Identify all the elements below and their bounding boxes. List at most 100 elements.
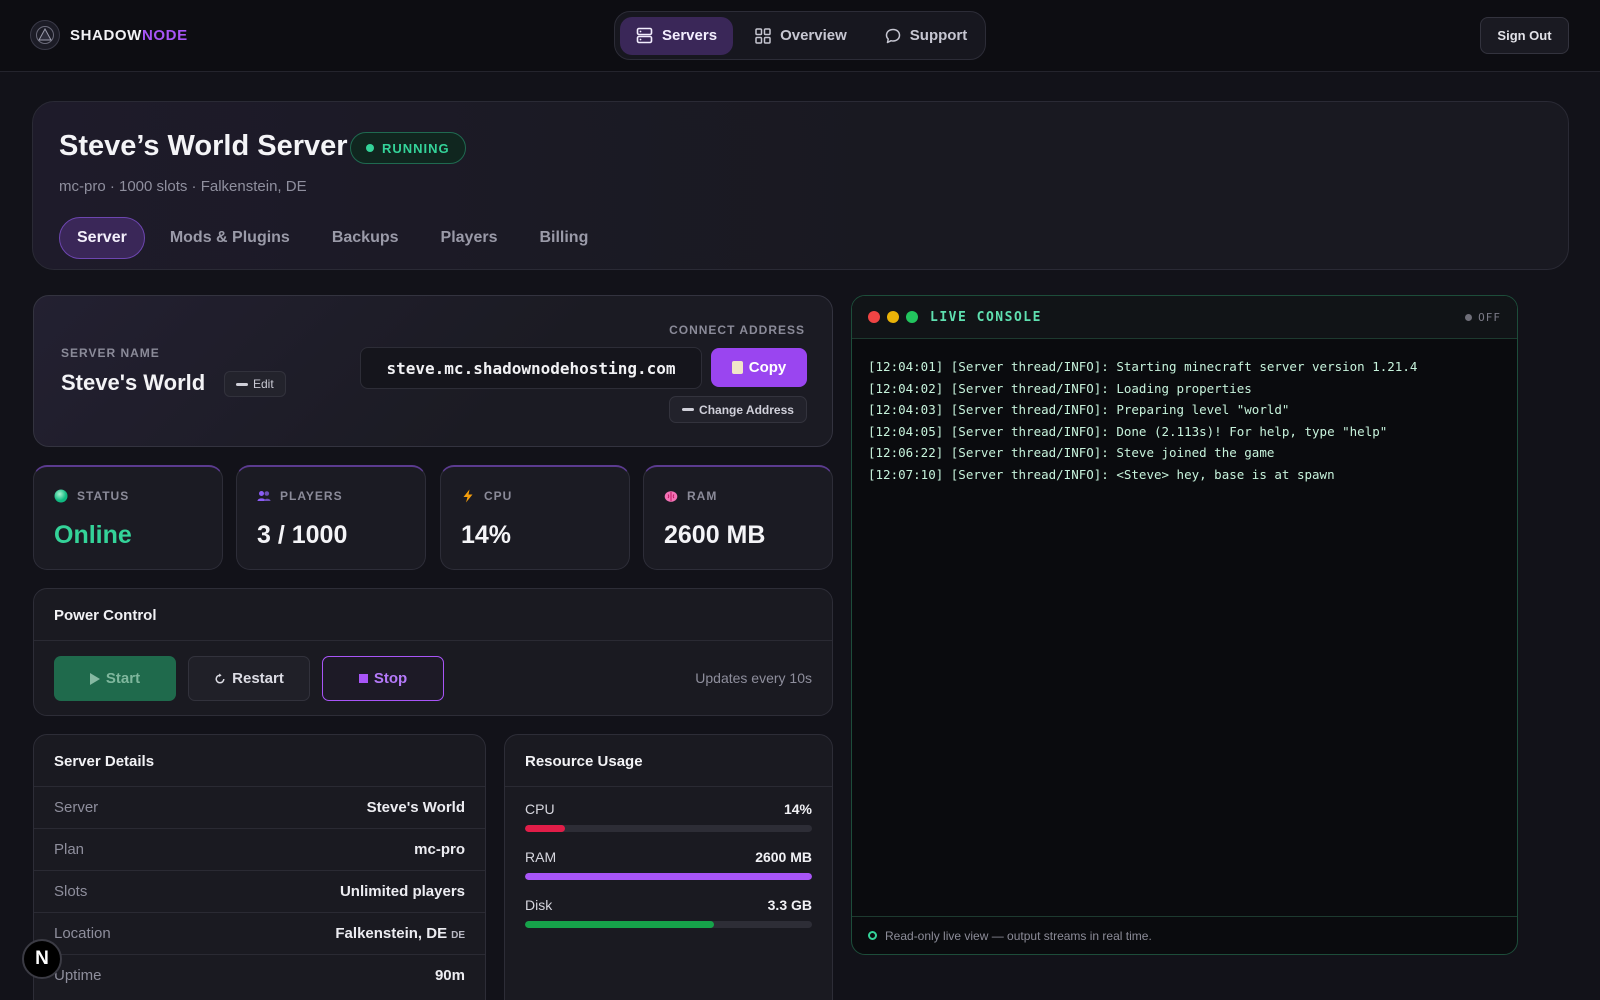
stat-ram-value: 2600 MB [664,521,766,549]
server-details-panel: Server Details Server Steve's World Plan… [33,734,486,1000]
edit-name-button[interactable]: Edit [224,371,286,397]
resource-value: 14% [783,801,812,817]
resource-name: RAM [525,849,557,865]
copy-address-button[interactable]: Copy [711,348,807,387]
detail-value: Steve's World [366,799,465,816]
resource-disk: Disk 3.3 GB [525,897,812,928]
page-title: Steve’s World Server [59,130,348,162]
nav-servers-label: Servers [662,27,718,44]
console-line: [12:06:22] [Server thread/INFO]: Steve j… [868,445,1275,460]
stat-players-value: 3 / 1000 [257,521,348,549]
server-name-value: Steve's World [61,370,206,395]
console-header: LIVE CONSOLE OFF [852,296,1517,339]
brand-name: SHADOWNODE [70,27,188,44]
pencil-icon [236,382,248,386]
tab-players[interactable]: Players [420,217,519,259]
live-console: LIVE CONSOLE OFF [12:04:01] [Server thre… [851,295,1518,955]
nav-overview[interactable]: Overview [739,17,863,55]
progress-fill [525,921,715,928]
sign-out-button[interactable]: Sign Out [1480,17,1569,54]
main-nav: Servers Overview Support [614,11,986,60]
tab-backups[interactable]: Backups [311,217,420,259]
top-nav-bar: SHADOWNODE Servers Overview Support Sign… [0,0,1600,72]
server-name-card: SERVER NAME Steve's World Edit CONNECT A… [33,295,833,447]
country-code: DE [451,930,465,941]
status-badge-label: RUNNING [382,140,450,156]
brand-name-part2: NODE [141,26,188,44]
brain-icon [664,491,678,502]
stat-cpu-label: CPU [484,489,513,503]
resource-name: Disk [525,897,553,913]
users-icon [257,491,271,501]
chat-bubble-icon [885,28,901,43]
status-dot-icon [366,144,374,152]
stop-icon [358,674,368,683]
grid-icon [755,27,771,44]
power-control-panel: Power Control Start Restart Stop Updates… [33,588,833,716]
brand-logo-icon [30,20,60,50]
stat-status-label: STATUS [77,489,130,503]
connect-address-field[interactable]: steve.mc.shadownodehosting.com [360,347,702,389]
detail-value: 90m [434,967,465,984]
edit-name-label: Edit [253,377,274,391]
lightning-icon [463,489,473,503]
table-row: Slots Unlimited players [34,870,485,912]
restart-icon [215,673,225,684]
detail-value: mc-pro [414,841,465,858]
nav-support[interactable]: Support [869,17,984,55]
divider [34,640,832,641]
stat-status-value: Online [54,521,132,549]
table-row: Server Steve's World [34,786,485,828]
stop-button[interactable]: Stop [322,656,444,701]
brand[interactable]: SHADOWNODE [30,20,188,50]
server-name-label: SERVER NAME [61,346,160,360]
state-dot-icon [1465,314,1473,321]
console-footer: Read-only live view — output streams in … [852,916,1517,954]
progress-fill [525,825,566,832]
stat-card-players: PLAYERS 3 / 1000 [236,465,426,570]
progress-fill [525,873,812,880]
console-line: [12:04:05] [Server thread/INFO]: Done (2… [868,423,1388,439]
progress-bar [525,873,812,880]
detail-value: Falkenstein, DE DE [335,925,465,942]
table-row: Plan mc-pro [34,828,485,870]
power-control-title: Power Control [54,607,157,624]
detail-key: Plan [54,841,85,858]
live-indicator-icon [868,931,877,940]
status-dot-icon [54,489,68,503]
stat-cpu-value: 14% [461,521,512,549]
console-line: [12:04:03] [Server thread/INFO]: Prepari… [868,402,1290,417]
nav-support-label: Support [909,27,968,44]
brand-name-part1: SHADOW [70,26,142,44]
console-footer-text: Read-only live view — output streams in … [885,928,1152,943]
tab-billing[interactable]: Billing [518,217,609,259]
restart-button[interactable]: Restart [188,656,310,701]
update-interval-text: Updates every 10s [695,670,812,686]
change-address-label: Change Address [699,402,794,417]
table-row: Location Falkenstein, DE DE [34,912,485,954]
progress-bar [525,825,812,832]
nav-servers[interactable]: Servers [620,16,734,55]
window-minimize-icon [887,311,899,323]
console-output: [12:04:01] [Server thread/INFO]: Startin… [868,356,1417,485]
console-state: OFF [1465,311,1501,324]
tab-mods-plugins[interactable]: Mods & Plugins [149,217,311,259]
connect-address-label: CONNECT ADDRESS [669,323,805,337]
window-maximize-icon [906,311,918,323]
dev-tools-button[interactable]: N [22,939,62,979]
start-button[interactable]: Start [54,656,176,701]
tab-server[interactable]: Server [59,217,145,259]
nav-overview-label: Overview [780,27,847,44]
table-row: Uptime 90m [34,954,485,996]
console-line: [12:04:01] [Server thread/INFO]: Startin… [868,359,1418,374]
server-subtitle: mc-pro · 1000 slots · Falkenstein, DE [59,178,307,195]
resource-value: 2600 MB [755,849,812,865]
detail-key: Location [54,925,111,942]
resource-name: CPU [525,801,555,817]
stop-label: Stop [373,670,408,687]
resource-ram: RAM 2600 MB [525,849,812,880]
window-close-icon [868,311,880,323]
start-label: Start [105,670,141,687]
restart-label: Restart [232,670,284,687]
change-address-button[interactable]: Change Address [669,396,807,423]
